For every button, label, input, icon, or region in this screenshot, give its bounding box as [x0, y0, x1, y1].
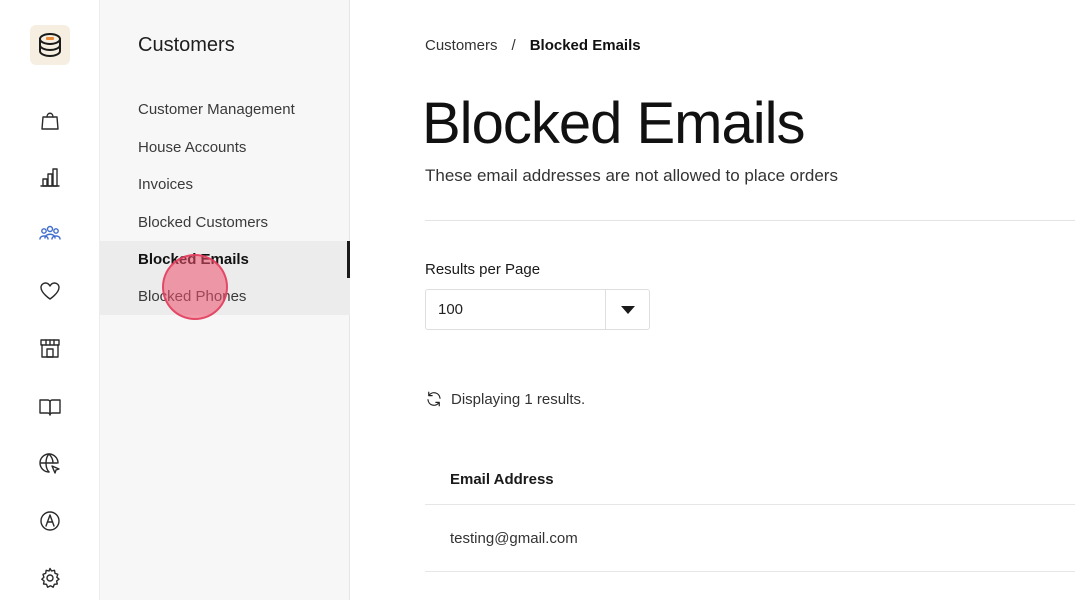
chevron-down-icon[interactable]: [605, 290, 649, 329]
blocked-emails-table: Email Address testing@gmail.com: [425, 455, 1075, 572]
icon-rail: [0, 0, 100, 600]
breadcrumb-current: Blocked Emails: [529, 37, 641, 54]
logo-icon[interactable]: [30, 25, 70, 65]
subnav-item-house-accounts[interactable]: House Accounts: [100, 129, 350, 166]
gear-icon[interactable]: [36, 564, 64, 592]
globe-cursor-icon[interactable]: [36, 450, 64, 478]
column-header-email-address[interactable]: Email Address: [425, 455, 1075, 505]
divider: [425, 220, 1075, 221]
refresh-icon[interactable]: [425, 390, 443, 408]
results-summary: Displaying 1 results.: [425, 390, 585, 408]
page-title: Blocked Emails: [422, 91, 805, 156]
book-icon[interactable]: [36, 393, 64, 421]
subnav-title: Customers: [138, 34, 235, 56]
main-content: Customers / Blocked Emails Blocked Email…: [350, 0, 1075, 600]
subnav-item-invoices[interactable]: Invoices: [100, 166, 350, 203]
subnav-item-blocked-customers[interactable]: Blocked Customers: [100, 204, 350, 241]
results-per-page-select[interactable]: 100: [425, 289, 650, 330]
customers-subnav: Customers Customer Management House Acco…: [100, 0, 350, 600]
shopping-bag-icon[interactable]: [36, 106, 64, 134]
page-subtitle: These email addresses are not allowed to…: [425, 166, 838, 185]
breadcrumb-separator: /: [511, 37, 516, 54]
bar-chart-icon[interactable]: [36, 163, 64, 191]
store-icon[interactable]: [36, 334, 64, 362]
breadcrumb-parent[interactable]: Customers: [425, 37, 498, 54]
table-row[interactable]: testing@gmail.com: [425, 505, 1075, 572]
subnav-item-blocked-phones[interactable]: Blocked Phones: [100, 278, 350, 315]
heart-icon[interactable]: [36, 277, 64, 305]
results-count: Displaying 1 results.: [451, 390, 586, 408]
breadcrumb: Customers / Blocked Emails: [425, 37, 641, 54]
compass-icon[interactable]: [36, 507, 64, 535]
subnav-item-customer-management[interactable]: Customer Management: [100, 91, 350, 128]
subnav-item-blocked-emails[interactable]: Blocked Emails: [100, 241, 350, 278]
results-per-page-value: 100: [438, 301, 464, 318]
people-icon[interactable]: [36, 220, 64, 248]
results-per-page-label: Results per Page: [425, 261, 541, 278]
